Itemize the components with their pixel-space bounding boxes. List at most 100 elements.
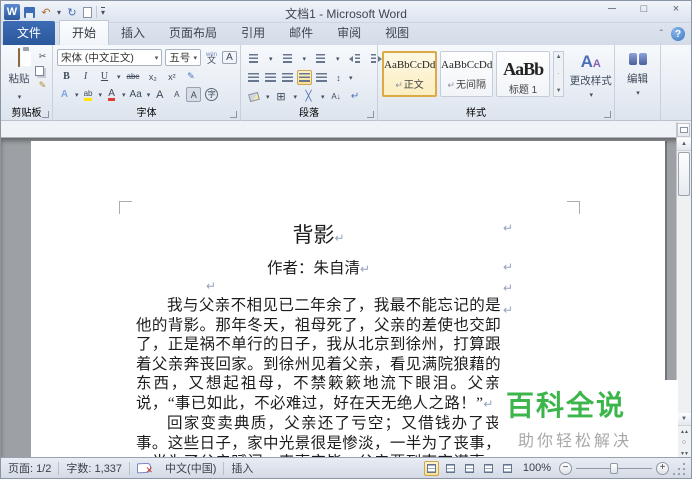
superscript-button[interactable]: x² — [164, 69, 179, 84]
numbering-dropdown-icon[interactable]: ▾ — [303, 55, 307, 63]
ruler-toggle-button[interactable] — [677, 123, 690, 137]
tab-page-layout[interactable]: 页面布局 — [157, 21, 229, 45]
language-indicator[interactable]: 中文(中国) — [158, 458, 223, 478]
character-shading-button[interactable]: A — [186, 87, 202, 102]
styles-scroll-down-icon[interactable]: ▼ — [556, 88, 562, 94]
character-border-button[interactable]: A — [222, 51, 237, 64]
minimize-button[interactable]: ─ — [603, 3, 621, 15]
zoom-slider-handle[interactable] — [610, 462, 618, 474]
show-hide-marks-button[interactable]: ↵ — [348, 89, 363, 104]
numbering-button[interactable] — [280, 51, 295, 66]
tab-home[interactable]: 开始 — [59, 20, 110, 45]
highlight-dropdown-icon[interactable]: ▾ — [99, 91, 103, 99]
style-heading1[interactable]: AaBb 标题 1 — [496, 51, 550, 97]
styles-scroll-up-icon[interactable]: ▲ — [556, 54, 562, 60]
asian-layout-button[interactable]: ╳ — [301, 89, 316, 104]
fullscreen-reading-view-button[interactable] — [443, 461, 458, 476]
change-case-button[interactable]: Aa — [128, 87, 144, 102]
shading-dropdown-icon[interactable]: ▾ — [266, 93, 270, 101]
multilevel-list-button[interactable] — [313, 51, 328, 66]
shading-button[interactable] — [246, 89, 261, 104]
sort-button[interactable]: A↓ — [329, 89, 344, 104]
style-normal[interactable]: AaBbCcDd ↵正文 — [382, 51, 437, 97]
close-button[interactable]: × — [667, 3, 685, 15]
tab-insert[interactable]: 插入 — [109, 21, 157, 45]
multilevel-dropdown-icon[interactable]: ▾ — [336, 55, 340, 63]
draft-view-button[interactable] — [500, 461, 515, 476]
paragraph[interactable]: 我与父亲不相见已二年余了，我最不能忘记的是他的背影。那年冬天，祖母死了，父亲的差… — [136, 296, 501, 414]
scrollbar-thumb[interactable] — [678, 152, 690, 196]
minimize-ribbon-icon[interactable]: ˆ — [660, 29, 663, 40]
editing-button[interactable]: 编辑 ▾ — [615, 45, 660, 98]
signature-line-icon[interactable]: ✎ — [183, 69, 198, 84]
font-dialog-launcher[interactable] — [230, 111, 237, 118]
text-effects-dropdown-icon[interactable]: ▾ — [75, 91, 79, 99]
highlight-color-button[interactable]: ab — [81, 87, 96, 102]
help-button[interactable]: ? — [671, 27, 685, 41]
word-count[interactable]: 字数: 1,337 — [59, 458, 129, 478]
bullets-button[interactable] — [246, 51, 261, 66]
styles-dialog-launcher[interactable] — [604, 111, 611, 118]
line-spacing-dropdown-icon[interactable]: ▾ — [349, 74, 353, 82]
maximize-button[interactable]: □ — [635, 3, 653, 15]
vertical-scrollbar[interactable]: ▲ ▼ ▲▲ ○ ▼▼ — [676, 122, 691, 459]
bold-button[interactable]: B — [59, 69, 74, 84]
scroll-down-button[interactable]: ▼ — [677, 413, 691, 426]
font-size-dropdown-icon[interactable]: ▾ — [193, 54, 197, 62]
subscript-button[interactable]: x₂ — [145, 69, 160, 84]
phonetic-guide-button[interactable]: wén 文 — [204, 50, 219, 65]
document-title[interactable]: 背影↵ — [136, 219, 501, 249]
zoom-slider[interactable] — [576, 462, 652, 475]
clipboard-dialog-launcher[interactable] — [42, 111, 49, 118]
select-browse-object-button[interactable]: ○ — [677, 437, 691, 448]
zoom-out-button[interactable]: − — [559, 461, 572, 475]
distribute-button[interactable] — [314, 70, 329, 85]
justify-button[interactable] — [297, 70, 312, 85]
borders-button[interactable]: ⊞ — [274, 89, 289, 104]
tab-mailings[interactable]: 邮件 — [277, 21, 325, 45]
paragraph-dialog-launcher[interactable] — [367, 111, 374, 118]
underline-button[interactable]: U — [97, 69, 112, 84]
editing-dropdown-icon[interactable]: ▾ — [636, 90, 640, 97]
align-left-button[interactable] — [246, 70, 261, 85]
font-color-button[interactable]: A — [104, 87, 119, 102]
tab-file[interactable]: 文件 — [3, 21, 56, 45]
shrink-font-button[interactable]: A — [169, 87, 184, 102]
document-author[interactable]: 作者：朱自清↵ — [136, 256, 501, 278]
insert-mode-indicator[interactable]: 插入 — [224, 458, 260, 478]
resize-grip-icon[interactable] — [673, 461, 687, 475]
copy-icon[interactable] — [35, 66, 44, 76]
decrease-indent-button[interactable] — [347, 51, 362, 66]
page-indicator[interactable]: 页面: 1/2 — [1, 458, 58, 478]
underline-dropdown-icon[interactable]: ▾ — [117, 73, 121, 81]
change-styles-button[interactable]: AA 更改样式 ▾ — [567, 51, 614, 100]
tab-review[interactable]: 审阅 — [325, 21, 373, 45]
document-body[interactable]: 我与父亲不相见已二年余了，我最不能忘记的是他的背影。那年冬天，祖母死了，父亲的差… — [136, 296, 501, 478]
borders-dropdown-icon[interactable]: ▾ — [294, 93, 298, 101]
align-center-button[interactable] — [263, 70, 278, 85]
italic-button[interactable]: I — [78, 69, 93, 84]
font-color-dropdown-icon[interactable]: ▾ — [122, 91, 126, 99]
styles-gallery-scroll[interactable]: ▲ · ▼ — [552, 51, 565, 97]
tab-view[interactable]: 视图 — [373, 21, 421, 45]
print-layout-view-button[interactable] — [423, 460, 439, 476]
format-painter-icon[interactable]: ✎ — [35, 78, 50, 93]
style-no-spacing[interactable]: AaBbCcDd ↵无间隔 — [440, 51, 494, 97]
spellcheck-indicator[interactable]: ✕ — [130, 458, 158, 478]
text-effects-button[interactable]: A — [57, 87, 72, 102]
bullets-dropdown-icon[interactable]: ▾ — [269, 55, 273, 63]
outline-view-button[interactable] — [481, 461, 496, 476]
change-case-dropdown-icon[interactable]: ▾ — [147, 91, 151, 99]
strikethrough-button[interactable]: abc — [125, 69, 142, 84]
change-styles-dropdown-icon[interactable]: ▾ — [589, 92, 593, 99]
paste-dropdown-icon[interactable]: ▾ — [18, 94, 22, 101]
paste-button[interactable]: 粘贴 ▾ — [4, 48, 34, 107]
tab-references[interactable]: 引用 — [229, 21, 277, 45]
previous-page-button[interactable]: ▲▲ — [677, 426, 691, 437]
zoom-in-button[interactable]: + — [656, 461, 669, 475]
zoom-level[interactable]: 100% — [519, 462, 555, 474]
font-name-dropdown-icon[interactable]: ▾ — [155, 54, 159, 62]
scroll-up-button[interactable]: ▲ — [677, 138, 691, 151]
font-size-combobox[interactable]: 五号 ▾ — [165, 49, 201, 66]
line-spacing-button[interactable]: ↕ — [331, 70, 346, 85]
